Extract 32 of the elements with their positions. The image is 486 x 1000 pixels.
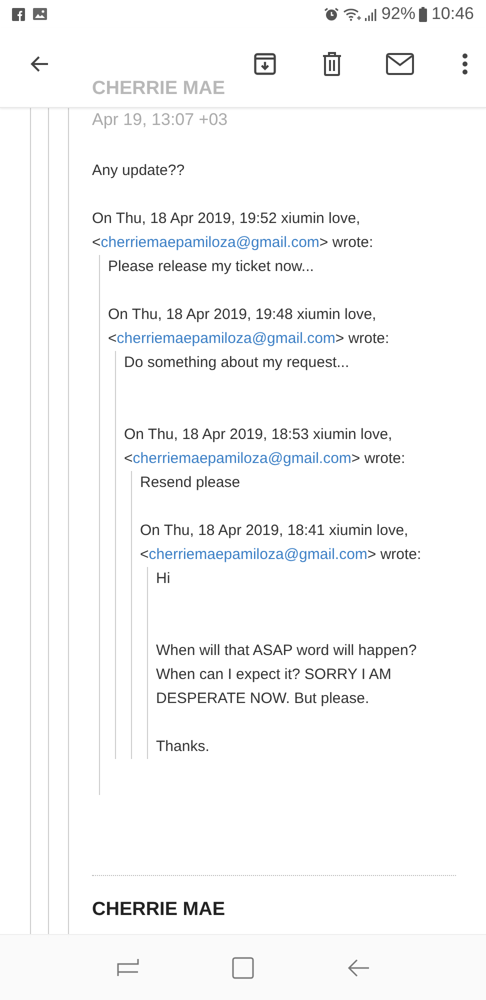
battery-percentage: 92% bbox=[381, 4, 416, 24]
message-text: When will that ASAP word will happen? When can I expect it? SORRY I AM DESPERATE NOW. But please. bbox=[156, 641, 418, 709]
message-text: Hi bbox=[156, 569, 172, 589]
wifi-icon bbox=[343, 7, 362, 21]
attribution-text: On Thu, 18 Apr 2019, 18:41 xiumin love, <cherriemaepamiloza@gmail.com> wrote: bbox=[140, 521, 422, 565]
message-date: Apr 19, 13:07 +03 bbox=[92, 109, 229, 131]
message-text: Any update?? bbox=[92, 161, 186, 181]
message-text: Resend please bbox=[140, 473, 242, 493]
signal-icon bbox=[365, 8, 378, 20]
alarm-icon bbox=[324, 6, 340, 22]
attribution-text: On Thu, 18 Apr 2019, 19:48 xiumin love, <cherriemaepamiloza@gmail.com> wrote: bbox=[108, 305, 390, 349]
email-link[interactable]: cherriemaepamiloza@gmail.com bbox=[148, 546, 368, 563]
more-icon bbox=[462, 52, 468, 74]
sender-name: CHERRIE MAE bbox=[92, 78, 226, 100]
message-text: Please release my ticket now... bbox=[108, 257, 315, 277]
email-link[interactable]: cherriemaepamiloza@gmail.com bbox=[100, 234, 320, 251]
archive-icon bbox=[252, 50, 278, 76]
facebook-icon bbox=[12, 8, 25, 20]
message-text: Do something about my request... bbox=[124, 353, 350, 373]
trash-icon bbox=[320, 50, 344, 76]
sender-name: CHERRIE MAE bbox=[92, 898, 226, 922]
clock-time: 10:46 bbox=[431, 4, 474, 24]
recent-apps-icon bbox=[116, 956, 140, 978]
envelope-icon bbox=[386, 52, 414, 74]
attribution-text: On Thu, 18 Apr 2019, 19:52 xiumin love, <cherriemaepamiloza@gmail.com> wrote: bbox=[92, 209, 374, 253]
image-icon bbox=[33, 8, 47, 20]
square-icon bbox=[230, 956, 255, 980]
email-link[interactable]: cherriemaepamiloza@gmail.com bbox=[116, 330, 336, 347]
email-link[interactable]: cherriemaepamiloza@gmail.com bbox=[132, 450, 352, 467]
battery-icon bbox=[419, 6, 428, 22]
message-text: Thanks. bbox=[156, 737, 210, 757]
attribution-text: On Thu, 18 Apr 2019, 18:53 xiumin love, <cherriemaepamiloza@gmail.com> wrote: bbox=[124, 425, 406, 469]
